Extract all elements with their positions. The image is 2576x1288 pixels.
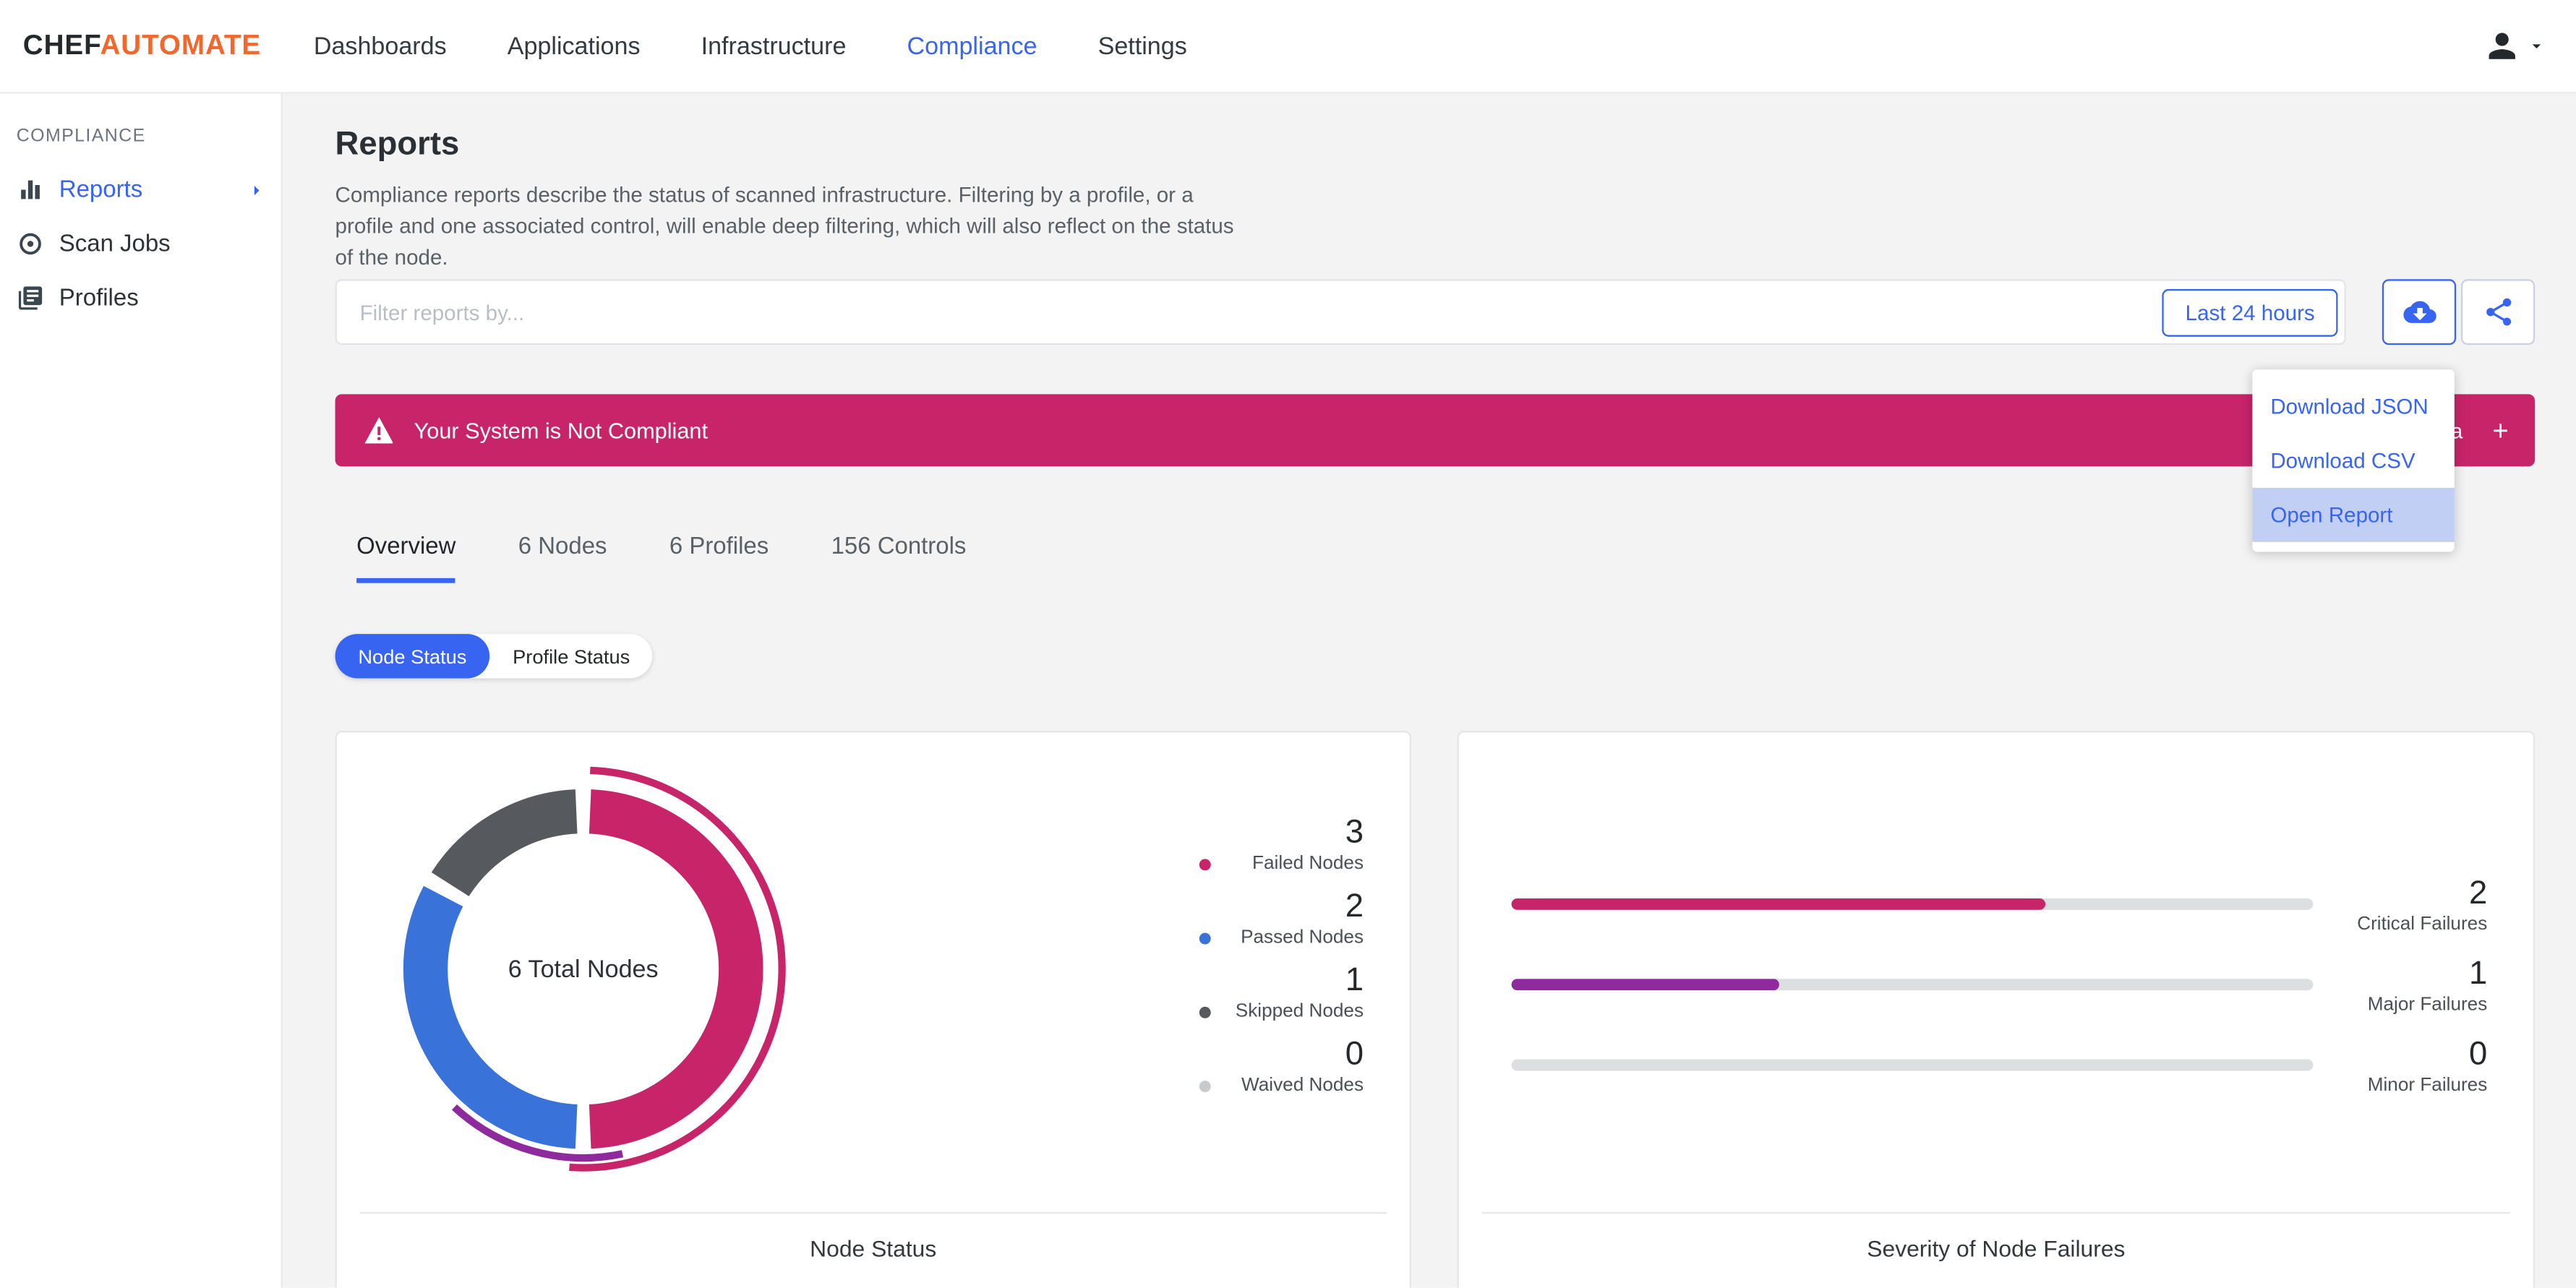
card-divider (1481, 1211, 2511, 1214)
bar-label: Critical Failures (2357, 914, 2488, 934)
node-status-card: 6 Total Nodes 3 Failed Nodes 2 Passed No… (335, 731, 1411, 1288)
bar-row-minor: 0 Minor Failures (1511, 1025, 2488, 1105)
compliance-sidebar: COMPLIANCE Reports Scan Jobs Profiles (0, 93, 283, 1288)
user-menu[interactable] (2482, 26, 2546, 66)
nav-applications[interactable]: Applications (508, 32, 641, 60)
legend-label: Skipped Nodes (1235, 1002, 1364, 1022)
chef-automate-logo[interactable]: CHEFAUTOMATE (23, 30, 261, 62)
legend-entry-waived: 0 Waived Nodes (1199, 1036, 1364, 1096)
bar-fill-critical (1511, 898, 2046, 910)
filter-bar: Last 24 hours (335, 279, 2346, 345)
logo-chef-text: CHEF (22, 29, 100, 61)
skipped-dot-icon (1199, 1005, 1211, 1018)
bar-value: 2 (2469, 875, 2488, 911)
status-toggle: Node Status Profile Status (335, 634, 654, 679)
card-caption: Node Status (810, 1235, 937, 1262)
banner-message: Your System is Not Compliant (414, 418, 708, 443)
legend-value: 0 (1345, 1036, 1364, 1073)
severity-bar-chart: 2 Critical Failures 1 Major Failures 0 M… (1511, 864, 2488, 1105)
node-status-legend: 3 Failed Nodes 2 Passed Nodes 1 Skipped … (1199, 815, 1364, 1110)
warning-triangle-icon (364, 417, 394, 444)
nav-settings[interactable]: Settings (1098, 32, 1187, 60)
bar-value: 1 (2469, 955, 2488, 992)
chevron-down-icon[interactable] (2527, 36, 2546, 56)
bar-chart-icon (17, 176, 45, 204)
severity-card: 2 Critical Failures 1 Major Failures 0 M… (1457, 731, 2536, 1288)
user-icon[interactable] (2482, 26, 2522, 66)
node-status-pill[interactable]: Node Status (335, 634, 490, 679)
failed-dot-icon (1199, 858, 1211, 870)
scan-icon (17, 230, 45, 258)
card-divider (359, 1211, 1387, 1214)
banner-right: ta + (2445, 416, 2509, 445)
main-nav: Dashboards Applications Infrastructure C… (314, 32, 1248, 60)
bar-row-major: 1 Major Failures (1511, 945, 2488, 1025)
legend-value: 2 (1345, 888, 1364, 925)
legend-value: 1 (1345, 962, 1364, 999)
tab-overview[interactable]: Overview (356, 534, 456, 583)
nav-infrastructure[interactable]: Infrastructure (701, 32, 847, 60)
report-tabs: Overview 6 Nodes 6 Profiles 156 Controls (356, 534, 1029, 583)
legend-entry-passed: 2 Passed Nodes (1199, 888, 1364, 948)
nav-compliance[interactable]: Compliance (907, 32, 1037, 60)
bar-value: 0 (2469, 1035, 2488, 1072)
main-content: Reports Compliance reports describe the … (282, 93, 2576, 1288)
menu-item-open-report[interactable]: Open Report (2252, 487, 2455, 542)
profile-status-pill[interactable]: Profile Status (489, 634, 653, 678)
sidebar-item-scan-jobs[interactable]: Scan Jobs (0, 217, 281, 271)
legend-label: Passed Nodes (1241, 927, 1364, 948)
bar-fill-major (1511, 979, 1779, 991)
legend-label: Failed Nodes (1252, 854, 1364, 874)
library-icon (17, 284, 45, 312)
menu-item-download-json[interactable]: Download JSON (2252, 379, 2454, 434)
bar-label: Major Failures (2367, 994, 2488, 1015)
passed-dot-icon (1199, 932, 1211, 944)
nav-dashboards[interactable]: Dashboards (314, 32, 447, 60)
legend-value: 3 (1345, 815, 1364, 851)
sidebar-item-label: Profiles (59, 285, 139, 312)
bar-track (1511, 898, 2314, 910)
share-icon (2486, 298, 2511, 326)
page-title: Reports (335, 126, 460, 163)
top-navbar: CHEFAUTOMATE Dashboards Applications Inf… (0, 0, 2576, 94)
donut-center-label: 6 Total Nodes (508, 955, 659, 983)
compliance-banner: Your System is Not Compliant ta + (335, 394, 2536, 467)
bar-label: Minor Failures (2367, 1075, 2488, 1095)
legend-entry-failed: 3 Failed Nodes (1199, 815, 1364, 874)
sidebar-item-reports[interactable]: Reports (0, 163, 281, 217)
sidebar-item-label: Scan Jobs (59, 231, 171, 257)
sidebar-item-profiles[interactable]: Profiles (0, 271, 281, 325)
menu-item-download-csv[interactable]: Download CSV (2252, 434, 2454, 488)
legend-label: Waived Nodes (1241, 1076, 1364, 1096)
page-description: Compliance reports describe the status o… (335, 182, 1234, 270)
tab-profiles[interactable]: 6 Profiles (669, 534, 769, 583)
tab-nodes[interactable]: 6 Nodes (518, 534, 607, 583)
banner-expand-button[interactable]: + (2492, 416, 2509, 445)
bar-track (1511, 979, 2314, 991)
app-window: CHEFAUTOMATE Dashboards Applications Inf… (0, 0, 2576, 1288)
cloud-download-icon (2402, 301, 2436, 323)
logo-automate-text: AUTOMATE (100, 29, 262, 61)
filter-input[interactable] (336, 280, 2345, 343)
sidebar-item-label: Reports (59, 176, 143, 203)
bar-track (1511, 1059, 2314, 1071)
share-button[interactable] (2460, 279, 2536, 345)
download-menu: Download JSON Download CSV Open Report (2252, 369, 2455, 552)
card-caption: Severity of Node Failures (1867, 1235, 2126, 1262)
bar-row-critical: 2 Critical Failures (1511, 864, 2488, 944)
legend-entry-skipped: 1 Skipped Nodes (1199, 962, 1364, 1022)
time-range-button[interactable]: Last 24 hours (2162, 288, 2338, 337)
waived-dot-icon (1199, 1080, 1211, 1091)
download-button[interactable] (2382, 279, 2457, 345)
tab-controls[interactable]: 156 Controls (831, 534, 967, 583)
chevron-right-icon (245, 179, 268, 202)
sidebar-section-label: COMPLIANCE (16, 126, 146, 147)
node-status-donut-chart: 6 Total Nodes (369, 755, 797, 1182)
